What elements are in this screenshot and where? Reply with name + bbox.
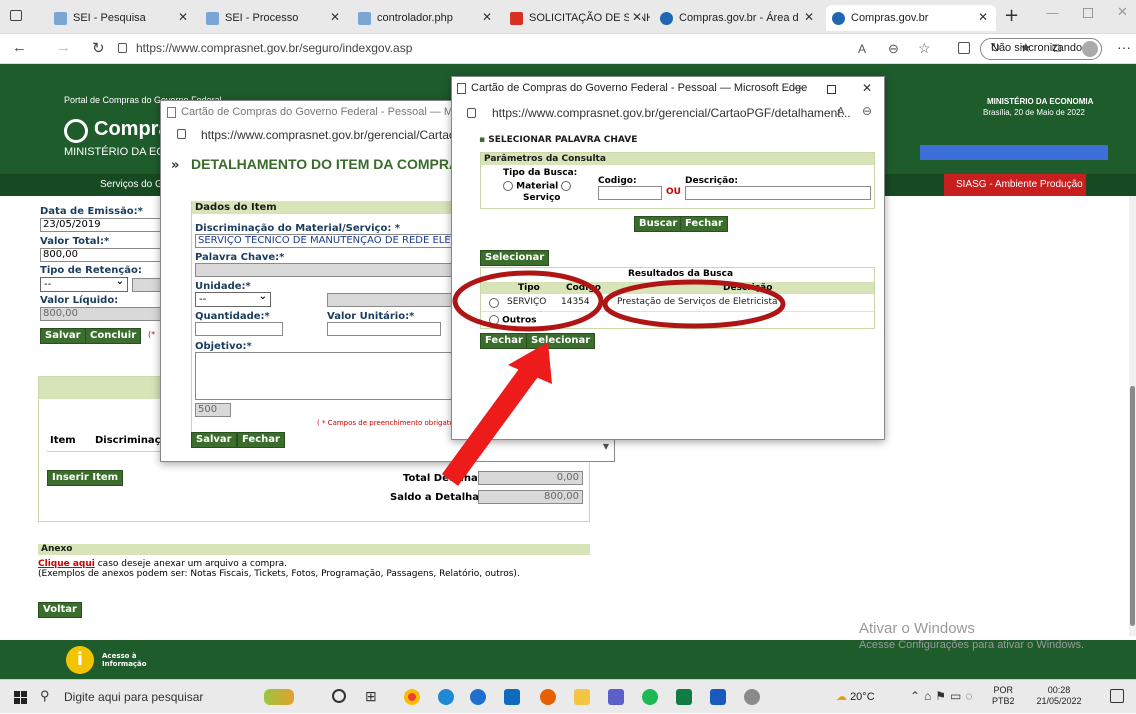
annotation-circle-descricao	[602, 279, 786, 329]
excel-icon[interactable]	[676, 689, 692, 705]
word-icon[interactable]	[710, 689, 726, 705]
taskbar-search[interactable]: ⚲ Digite aqui para pesquisar	[40, 680, 240, 714]
task-view-icon[interactable]	[332, 689, 346, 703]
edge-icon[interactable]	[438, 689, 454, 705]
task-switch-icon[interactable]: ⊞	[365, 688, 377, 705]
annotation-arrow-shaft	[441, 362, 541, 486]
spotify-icon[interactable]	[642, 689, 658, 705]
file-explorer-icon[interactable]	[574, 689, 590, 705]
annotation-circle-tipo	[452, 270, 604, 332]
chrome-icon[interactable]	[404, 689, 420, 705]
misc-app-icon[interactable]	[744, 689, 760, 705]
mail-icon[interactable]	[504, 689, 520, 705]
weather-icon: ☁	[836, 691, 851, 703]
windows-start-icon[interactable]	[14, 691, 27, 704]
taskbar: ⚲ Digite aqui para pesquisar ⊞ ☁ 20°C ⌃⌂…	[0, 679, 1136, 713]
search-icon: ⚲	[40, 688, 50, 703]
clock[interactable]: 00:28 21/05/2022	[1030, 685, 1088, 707]
weather-widget[interactable]: ☁ 20°C	[836, 690, 875, 703]
language-indicator[interactable]: POR PTB2	[992, 685, 1015, 707]
notification-icon[interactable]	[1110, 689, 1124, 703]
tray-icons[interactable]: ⌃⌂⚑▭◌	[910, 689, 977, 703]
ie-icon[interactable]	[470, 689, 486, 705]
teams-icon[interactable]	[608, 689, 624, 705]
widgets-icon[interactable]	[264, 689, 294, 705]
annotation-overlay	[441, 270, 786, 486]
firefox-icon[interactable]	[540, 689, 556, 705]
